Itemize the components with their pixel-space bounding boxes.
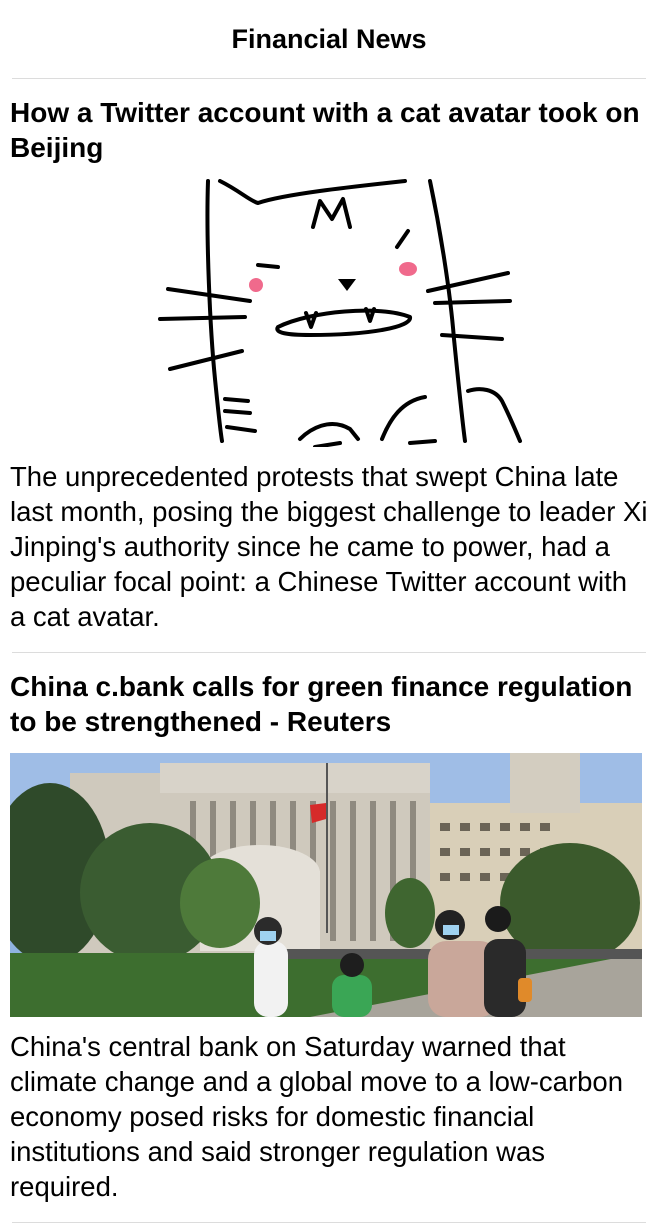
article-card[interactable]: China c.bank calls for green finance reg… (0, 669, 658, 1223)
article-card[interactable]: How a Twitter account with a cat avatar … (0, 95, 658, 653)
article-summary: China's central bank on Saturday warned … (10, 1031, 624, 1202)
article-image[interactable] (10, 753, 648, 1017)
nav-title: Financial News (231, 23, 427, 54)
article-divider (12, 1222, 646, 1223)
article-summary: The unprecedented protests that swept Ch… (10, 461, 648, 632)
article-title[interactable]: China c.bank calls for green finance reg… (10, 669, 648, 739)
cat-drawing-image (158, 179, 522, 447)
article-image[interactable] (10, 179, 648, 447)
article-title[interactable]: How a Twitter account with a cat avatar … (10, 95, 648, 165)
article-divider (12, 652, 646, 653)
navigation-bar: Financial News (0, 0, 658, 78)
nav-divider (12, 78, 646, 79)
central-bank-photo (10, 753, 642, 1017)
